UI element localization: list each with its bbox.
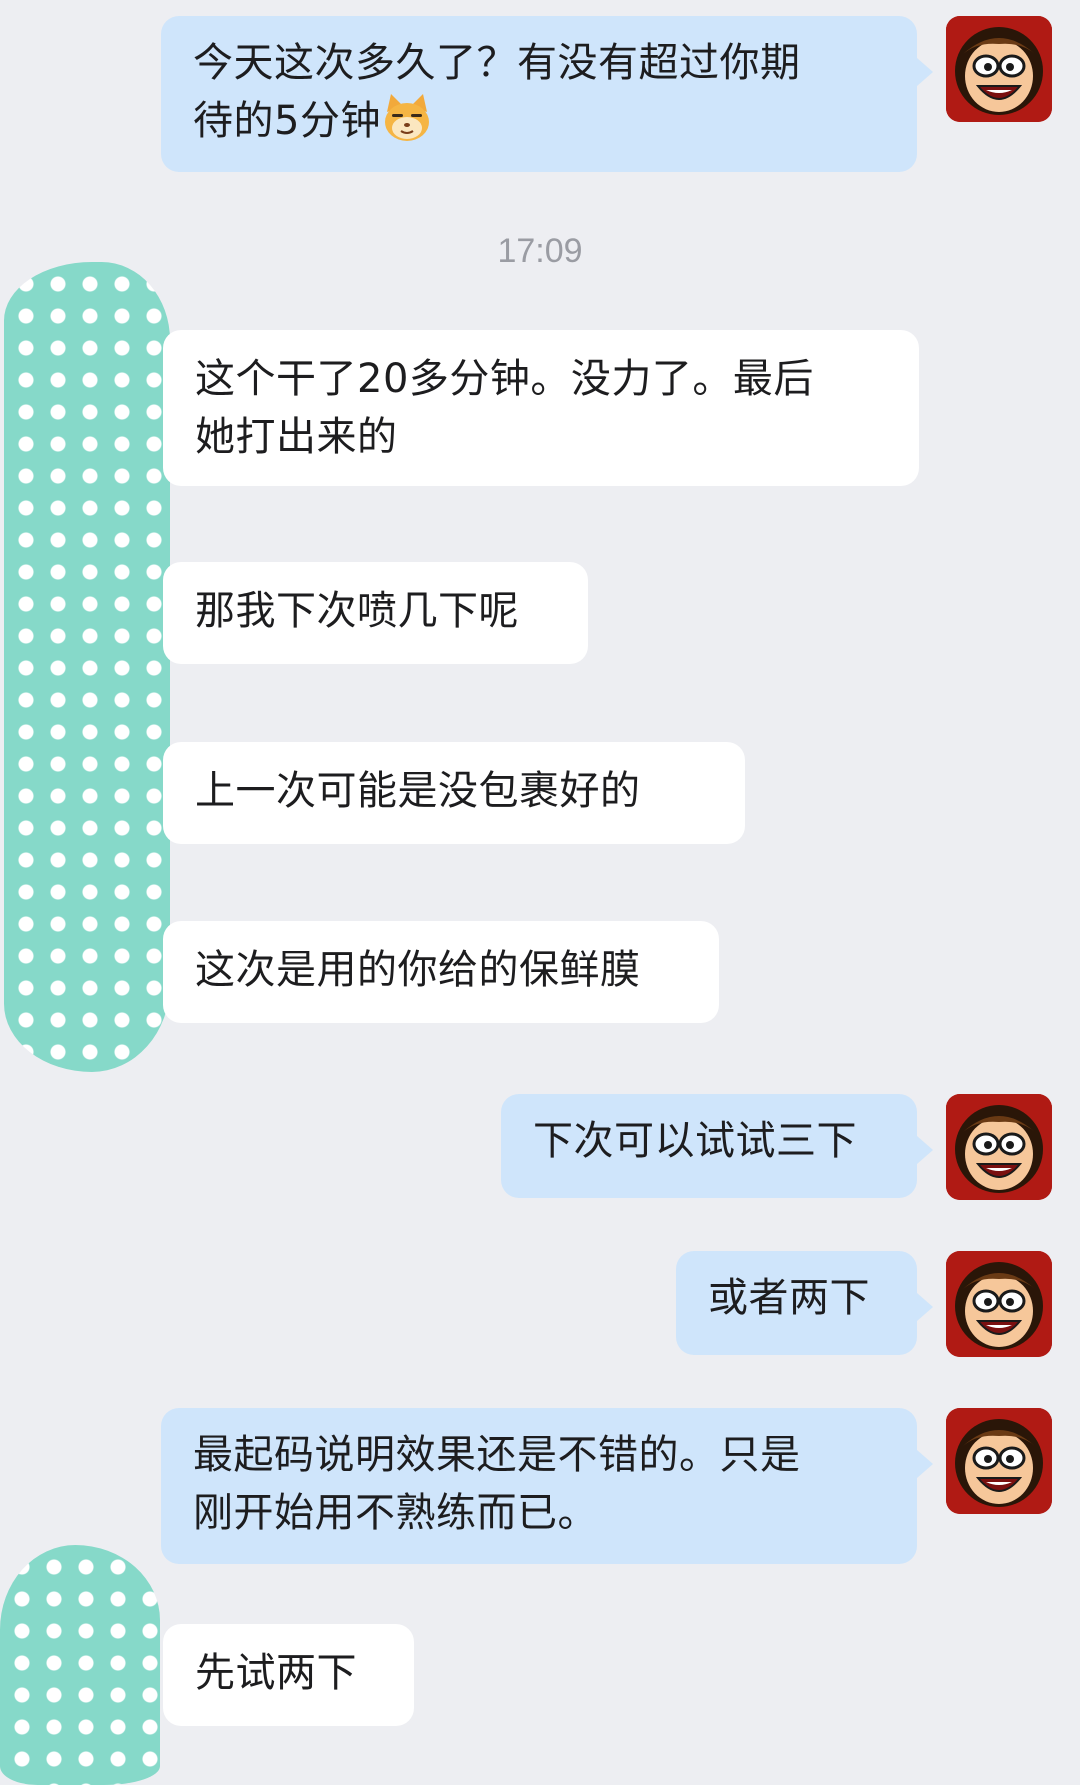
- message-line: 这个干了20多分钟。没力了。最后: [195, 356, 814, 402]
- message-line: 最起码说明效果还是不错的。只是: [193, 1432, 801, 1478]
- message-line: 待的5分钟: [193, 98, 381, 144]
- cartoon-boy-avatar-icon[interactable]: [946, 1251, 1052, 1357]
- message-text: 下次可以试试三下: [533, 1118, 857, 1164]
- message-text: 那我下次喷几下呢: [195, 588, 519, 634]
- message-text: 或者两下: [708, 1275, 870, 1321]
- message-timestamp: 17:09: [497, 232, 583, 270]
- message-bubble-outgoing[interactable]: 或者两下: [676, 1251, 933, 1355]
- message-bubble-outgoing[interactable]: 下次可以试试三下: [501, 1094, 933, 1198]
- message-text: 上一次可能是没包裹好的: [195, 768, 641, 814]
- message-bubble-outgoing[interactable]: 最起码说明效果还是不错的。只是 刚开始用不熟练而已。: [161, 1408, 933, 1564]
- message-bubble-incoming[interactable]: 先试两下: [163, 1624, 414, 1726]
- message-bubble-incoming[interactable]: 这个干了20多分钟。没力了。最后 她打出来的: [163, 330, 919, 486]
- message-bubble-incoming[interactable]: 这次是用的你给的保鲜膜: [163, 921, 719, 1023]
- message-bubble-incoming[interactable]: 上一次可能是没包裹好的: [163, 742, 745, 844]
- cartoon-boy-avatar-icon[interactable]: [946, 16, 1052, 122]
- polka-dot-sticker-bottom: [0, 1545, 160, 1785]
- cartoon-boy-avatar-icon[interactable]: [946, 1408, 1052, 1514]
- cat-face-emoji: [381, 92, 433, 144]
- message-line: 刚开始用不熟练而已。: [193, 1490, 598, 1536]
- message-line: 她打出来的: [195, 414, 398, 460]
- message-text: 这次是用的你给的保鲜膜: [195, 947, 641, 993]
- message-bubble-incoming[interactable]: 那我下次喷几下呢: [163, 562, 588, 664]
- message-line: 今天这次多久了？有没有超过你期: [193, 40, 801, 86]
- message-text: 先试两下: [195, 1650, 357, 1696]
- cartoon-boy-avatar-icon[interactable]: [946, 1094, 1052, 1200]
- polka-dot-sticker-top: [4, 262, 170, 1072]
- message-bubble-outgoing[interactable]: 今天这次多久了？有没有超过你期 待的5分钟: [161, 16, 933, 172]
